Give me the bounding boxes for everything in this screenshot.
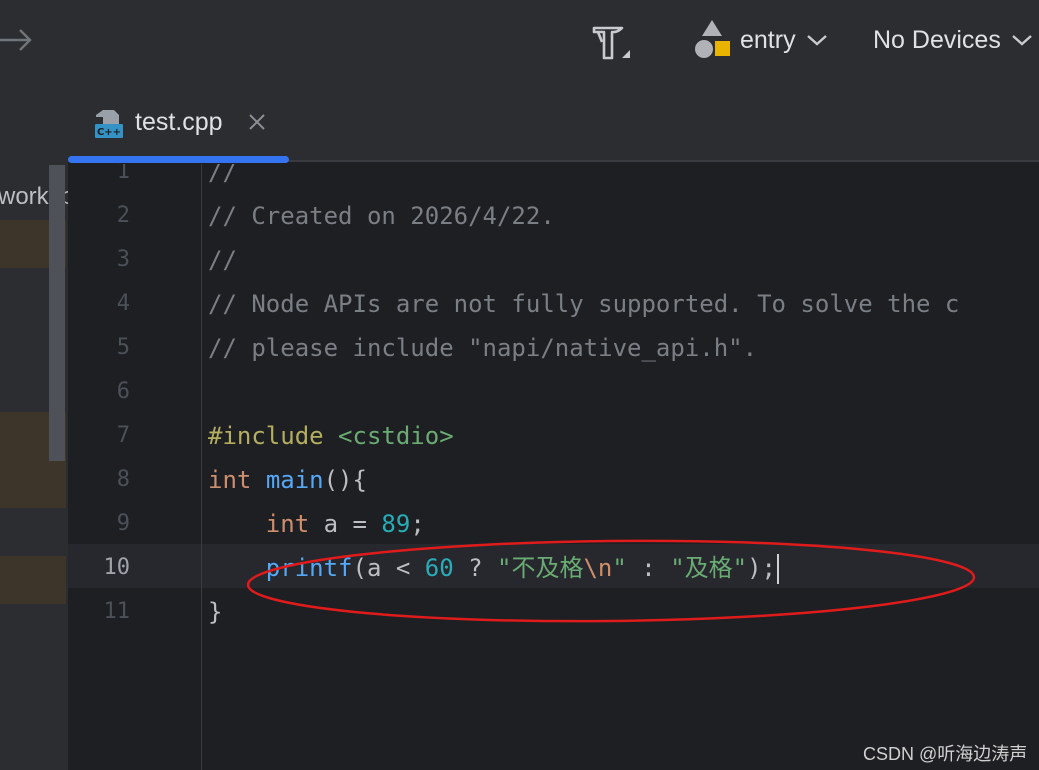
editor-tab-bar: C++ test.cpp [68, 80, 1039, 163]
line-number: 2 [116, 203, 130, 228]
line-number: 11 [103, 599, 131, 624]
line-number: 10 [103, 555, 131, 580]
watermark: CSDN @听海边涛声 [863, 744, 1028, 764]
code-token: main [265, 466, 324, 494]
code-token: ? [453, 554, 498, 582]
line-code[interactable]: // please include "napi/native_api.h". [208, 326, 757, 370]
code-token: // [208, 164, 237, 186]
line-code[interactable]: printf(a < 60 ? "不及格\n" : "及格"); [208, 546, 779, 590]
line-code[interactable]: int main(){ [208, 458, 367, 502]
chevron-down-icon [1012, 35, 1032, 46]
project-scrollbar[interactable] [49, 165, 65, 461]
code-line[interactable]: 11} [68, 590, 1039, 634]
line-code[interactable]: // Created on 2026/4/22. [208, 194, 555, 238]
code-lines[interactable]: 1 // 2 // Created on 2026/4/22. 3 // 4 // Node … [68, 164, 1039, 634]
svg-text:C++: C++ [97, 127, 121, 138]
code-line[interactable]: 4 // Node APIs are not fully supported. T… [68, 282, 1039, 326]
code-token: 89 [381, 510, 411, 538]
text-caret [777, 554, 779, 584]
code-token: } [208, 598, 223, 626]
code-line[interactable]: 5 // please include "napi/native_api.h". [68, 326, 1039, 370]
code-token: // [208, 246, 237, 274]
code-line[interactable]: 7 #include <cstdio> [68, 414, 1039, 458]
line-number: 3 [116, 247, 130, 272]
code-token: a = [309, 510, 382, 538]
tree-row-highlight[interactable] [0, 556, 66, 604]
line-code[interactable]: #include <cstdio> [208, 414, 454, 458]
line-code[interactable]: int a = 89; [208, 502, 425, 546]
forward-arrow-icon[interactable] [0, 22, 40, 58]
line-number: 1 [116, 164, 130, 184]
tab-label: test.cpp [135, 108, 223, 136]
cpp-file-icon: C++ [95, 110, 123, 138]
code-token: : [626, 554, 671, 582]
line-number: 6 [116, 379, 130, 404]
code-line[interactable]: 2 // Created on 2026/4/22. [68, 194, 1039, 238]
code-token: // Node APIs are not fully supported. To… [208, 290, 960, 318]
main-toolbar: entry No Devices [0, 0, 1039, 80]
line-number: 7 [116, 423, 130, 448]
device-selector[interactable]: No Devices [873, 18, 1033, 62]
code-line[interactable]: 3 // [68, 238, 1039, 282]
line-number: 5 [116, 335, 130, 360]
line-number: 9 [116, 511, 130, 536]
line-code[interactable]: } [208, 590, 222, 634]
code-token: 60 [424, 554, 454, 582]
code-editor[interactable]: 1 // 2 // Created on 2026/4/22. 3 // 4 // Node … [68, 164, 1039, 770]
code-token: (a < [352, 554, 425, 582]
shapes-icon [695, 20, 730, 58]
code-token: int [265, 510, 310, 538]
line-code[interactable]: // [208, 164, 237, 194]
code-line[interactable]: 10 printf(a < 60 ? "不及格\n" : "及格"); [68, 546, 1039, 590]
run-config-label: entry [740, 25, 796, 54]
code-token: \n [583, 554, 613, 582]
close-icon[interactable] [248, 113, 266, 131]
tab-test-cpp[interactable]: C++ test.cpp [68, 80, 290, 163]
hammer-icon[interactable] [588, 18, 634, 64]
code-line[interactable]: 6 [68, 370, 1039, 414]
line-number: 4 [116, 291, 130, 316]
code-token: printf [265, 554, 353, 582]
code-token: // Created on 2026/4/22. [208, 202, 555, 230]
run-configuration-selector[interactable]: entry [692, 18, 828, 62]
line-number: 8 [116, 467, 130, 492]
code-token: "不及格 [497, 554, 584, 582]
code-token: <cstdio> [338, 422, 454, 450]
code-token: ); [747, 554, 776, 582]
chevron-down-icon [806, 35, 827, 46]
code-line[interactable]: 8 int main(){ [68, 458, 1039, 502]
code-token: " [612, 554, 627, 582]
code-token: #include [208, 422, 324, 450]
project-panel: worksp [0, 80, 68, 770]
code-token: // please include "napi/native_api.h". [208, 334, 758, 362]
code-token: (){ [323, 466, 367, 494]
active-tab-indicator [68, 156, 289, 163]
line-code[interactable]: // [208, 238, 237, 282]
code-token: "及格" [670, 554, 748, 582]
device-label: No Devices [873, 25, 1001, 54]
code-token: int [208, 466, 252, 494]
line-code[interactable]: // Node APIs are not fully supported. To… [208, 282, 959, 326]
code-line[interactable]: 1 // [68, 164, 1039, 194]
code-token: ; [410, 510, 425, 538]
code-line[interactable]: 9 int a = 89; [68, 502, 1039, 546]
